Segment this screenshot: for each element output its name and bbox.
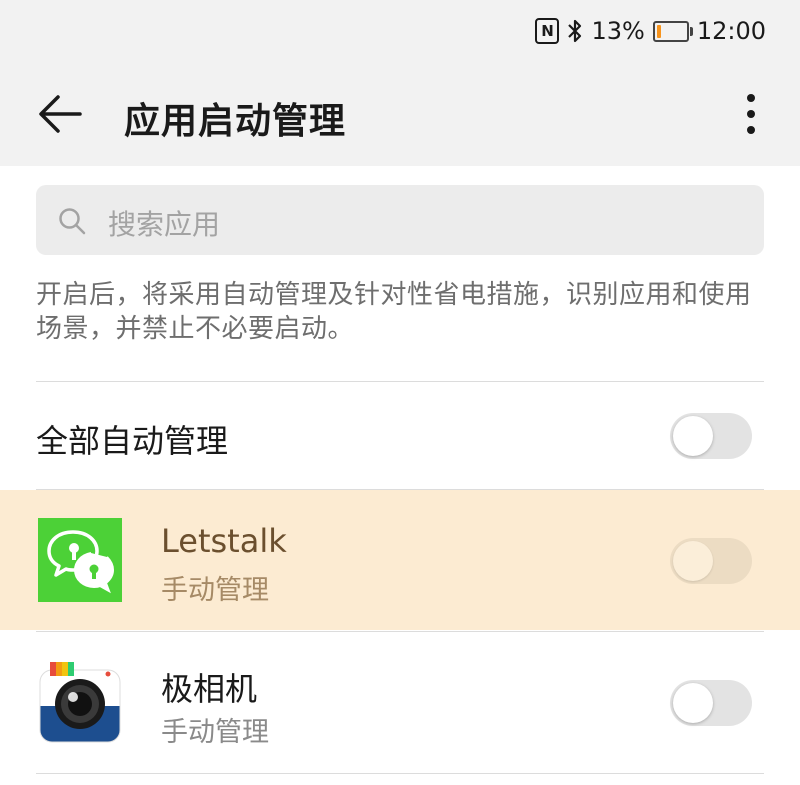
master-toggle-switch[interactable]: [670, 413, 752, 459]
letstalk-app-icon: [38, 518, 122, 602]
clock: 12:00: [696, 17, 766, 45]
app-toggle-switch[interactable]: [670, 680, 752, 726]
app-status: 手动管理: [161, 717, 269, 748]
toggle-knob: [673, 541, 713, 581]
app-name: Letstalk: [161, 522, 287, 560]
battery-percent: 13%: [591, 17, 645, 45]
description-text: 开启后，将采用自动管理及针对性省电措施，识别应用和使用场景，并禁止不必要启动。: [36, 280, 752, 344]
search-icon: [59, 208, 86, 235]
nfc-icon: N: [535, 18, 560, 44]
search-input[interactable]: 搜索应用: [36, 185, 764, 255]
page-title: 应用启动管理: [124, 101, 347, 142]
app-name: 极相机: [161, 670, 258, 708]
battery-fill: [656, 24, 661, 38]
more-vertical-icon[interactable]: [740, 92, 762, 136]
camera-app-icon: [39, 662, 121, 743]
arrow-left-icon[interactable]: [36, 92, 84, 136]
app-row-letstalk[interactable]: Letstalk 手动管理: [0, 490, 800, 630]
divider: [36, 773, 764, 774]
app-row-camera[interactable]: 极相机 手动管理: [0, 632, 800, 772]
toggle-knob: [673, 683, 713, 723]
master-toggle-label: 全部自动管理: [36, 422, 229, 460]
battery-icon: [652, 20, 693, 42]
search-placeholder: 搜索应用: [108, 208, 221, 241]
toggle-knob: [673, 416, 713, 456]
status-bar: N 13% 12:00: [0, 0, 800, 62]
divider: [36, 381, 764, 382]
app-toggle-switch[interactable]: [670, 538, 752, 584]
status-icons: N 13% 12:00: [535, 14, 766, 48]
bluetooth-icon: [568, 19, 582, 43]
app-bar: 应用启动管理: [0, 62, 800, 166]
app-status: 手动管理: [161, 575, 269, 606]
